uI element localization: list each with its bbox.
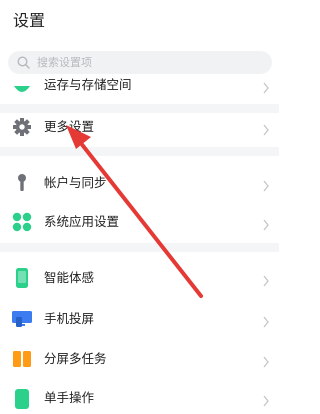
gear-icon [11, 116, 33, 138]
menu-item-label: 帐户与同步 [44, 175, 107, 190]
menu-item-smart-motion[interactable]: 智能体感 [0, 260, 279, 294]
menu-item-split-screen[interactable]: 分屏多任务 [0, 341, 279, 375]
apps-icon [11, 211, 33, 233]
section-divider [0, 147, 279, 156]
menu-item-label: 智能体感 [44, 270, 95, 285]
one-hand-icon [11, 387, 33, 409]
menu-item-system-apps[interactable]: 系统应用设置 [0, 204, 279, 238]
chevron-right-icon [262, 313, 270, 328]
section-divider [0, 243, 279, 252]
menu-item-screencast[interactable]: 手机投屏 [0, 301, 279, 335]
menu-item-label: 手机投屏 [44, 311, 95, 326]
menu-item-label: 分屏多任务 [44, 351, 107, 366]
menu-item-label: 更多设置 [44, 119, 95, 134]
chevron-right-icon [262, 79, 270, 94]
menu-item-account-sync[interactable]: 帐户与同步 [0, 165, 279, 199]
menu-item-label: 系统应用设置 [44, 214, 120, 229]
page-title: 设置 [13, 11, 46, 30]
chevron-right-icon [262, 272, 270, 287]
phone-icon [11, 267, 33, 289]
menu-item-label: 运存与存储空间 [44, 77, 132, 92]
split-screen-icon [11, 348, 33, 370]
chevron-right-icon [262, 392, 270, 407]
screencast-icon [11, 308, 33, 330]
menu-item-more-settings[interactable]: 更多设置 [0, 109, 279, 143]
menu-item-label: 单手操作 [44, 390, 95, 405]
chevron-right-icon [262, 121, 270, 136]
menu-item-storage[interactable]: 运存与存储空间 [0, 69, 279, 103]
chevron-right-icon [262, 353, 270, 368]
search-icon [16, 55, 31, 70]
chevron-right-icon [262, 177, 270, 192]
menu-item-one-hand[interactable]: 单手操作 [0, 380, 279, 414]
chevron-right-icon [262, 216, 270, 231]
key-icon [11, 172, 33, 194]
storage-icon [11, 76, 33, 98]
